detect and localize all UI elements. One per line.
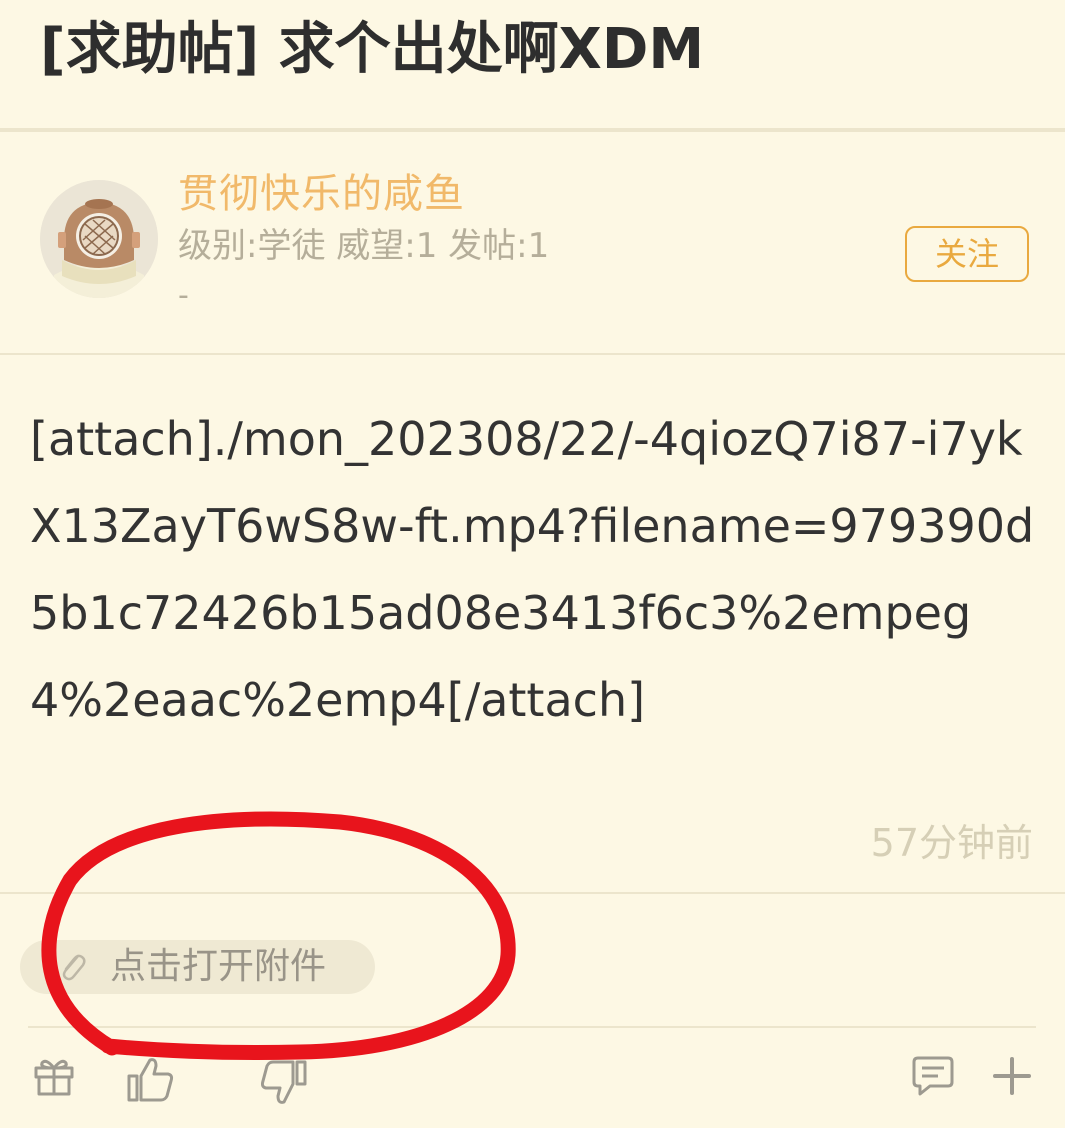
thumbs-up-icon[interactable]	[126, 1056, 176, 1108]
gift-icon[interactable]	[32, 1054, 76, 1102]
comment-icon[interactable]	[910, 1054, 956, 1102]
author-avatar[interactable]	[40, 180, 158, 298]
post-title: [求助帖] 求个出处啊XDM	[40, 17, 705, 82]
header-divider	[0, 353, 1065, 355]
title-divider	[0, 128, 1065, 132]
author-meta-extra: -	[178, 278, 189, 313]
content-divider	[0, 892, 1065, 894]
author-name[interactable]: 贯彻快乐的咸鱼	[178, 170, 465, 214]
plus-icon[interactable]	[990, 1054, 1034, 1102]
open-attachment-button[interactable]: 点击打开附件	[20, 940, 375, 994]
post-content: [attach]./mon_202308/22/-4qiozQ7i87-i7yk…	[30, 412, 1035, 727]
follow-button[interactable]: 关注	[905, 226, 1029, 282]
post-time: 57分钟前	[870, 821, 1033, 865]
thumbs-down-icon[interactable]	[258, 1058, 308, 1110]
author-meta: 级别:学徒 威望:1 发帖:1	[178, 226, 550, 266]
action-bar-divider	[28, 1026, 1036, 1028]
paperclip-icon	[58, 950, 88, 988]
attachment-label: 点击打开附件	[110, 946, 327, 987]
diving-helmet-avatar-icon	[40, 180, 158, 298]
